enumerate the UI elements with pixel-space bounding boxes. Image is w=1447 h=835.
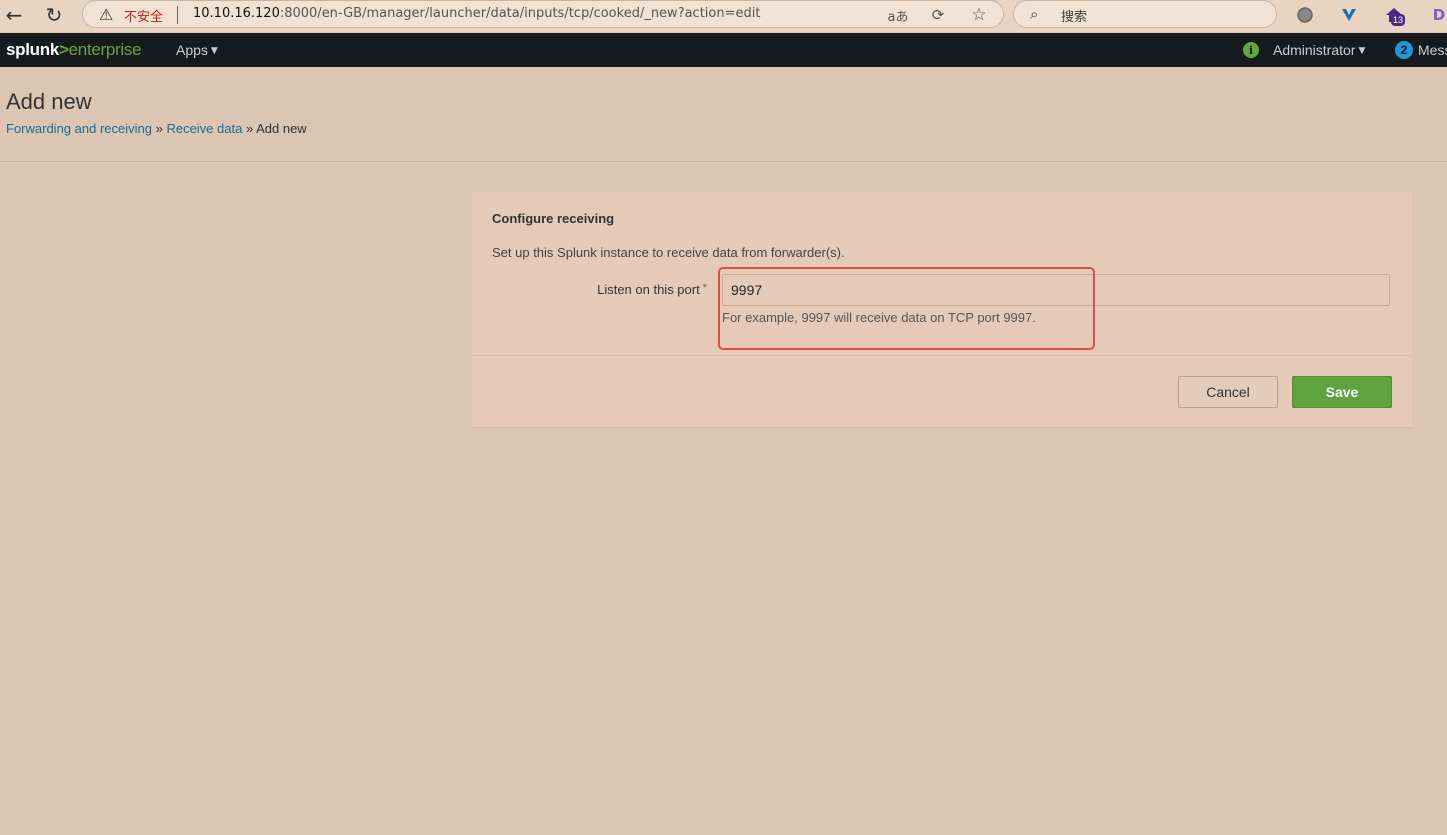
port-field-label: Listen on this port * xyxy=(492,282,707,297)
logo-enterprise: enterprise xyxy=(68,40,142,59)
messages-menu[interactable]: Mess xyxy=(1418,42,1447,58)
translate-icon[interactable]: aあ xyxy=(887,4,909,26)
info-icon[interactable]: i xyxy=(1243,42,1259,58)
reload-icon[interactable]: ↻ xyxy=(40,2,68,28)
user-menu[interactable]: Administrator ▼ xyxy=(1273,42,1365,58)
panel-title: Configure receiving xyxy=(492,211,615,226)
port-help-text: For example, 9997 will receive data on T… xyxy=(722,310,1036,325)
logo-splunk: splunk xyxy=(6,40,59,59)
url-host: 10.10.16.120 xyxy=(193,6,280,21)
search-placeholder: 搜索 xyxy=(1061,10,1088,25)
header-divider xyxy=(0,161,1447,162)
breadcrumb-separator: » xyxy=(155,121,163,136)
url-path: :8000/en-GB/manager/launcher/data/inputs… xyxy=(279,6,761,21)
star-icon[interactable]: ☆ xyxy=(968,4,990,26)
address-separator xyxy=(177,6,178,24)
extension-v-icon[interactable] xyxy=(1338,4,1360,26)
apps-label: Apps xyxy=(176,42,208,58)
refresh-ext-icon[interactable]: ⟳ xyxy=(927,4,949,26)
address-bar[interactable]: ⚠ 不安全 10.10.16.120:8000/en-GB/manager/la… xyxy=(82,0,1004,28)
breadcrumb-forwarding-receiving[interactable]: Forwarding and receiving xyxy=(6,121,152,136)
required-marker: * xyxy=(702,282,707,294)
search-icon: ⌕ xyxy=(1030,5,1039,23)
port-label-text: Listen on this port xyxy=(597,282,700,297)
splunk-logo[interactable]: splunk>enterprise xyxy=(6,40,142,60)
browser-toolbar: ← ↻ ⚠ 不安全 10.10.16.120:8000/en-GB/manage… xyxy=(0,0,1447,32)
browser-search-input[interactable]: ⌕ 搜索 xyxy=(1013,0,1277,28)
messages-badge[interactable]: 2 xyxy=(1395,41,1413,59)
breadcrumb-current: Add new xyxy=(256,121,307,136)
extension-circle-icon[interactable] xyxy=(1294,4,1316,26)
warning-icon[interactable]: ⚠ xyxy=(99,5,119,25)
splunk-top-nav: splunk>enterprise Apps ▼ i Administrator ▼… xyxy=(0,33,1447,67)
logo-gt: > xyxy=(59,40,69,59)
caret-down-icon: ▼ xyxy=(210,46,218,56)
cancel-button[interactable]: Cancel xyxy=(1178,376,1278,408)
security-warning[interactable]: 不安全 xyxy=(124,6,163,25)
port-input[interactable] xyxy=(722,274,1390,306)
user-label: Administrator xyxy=(1273,42,1356,58)
caret-down-icon: ▼ xyxy=(1358,46,1366,56)
extension-d-icon[interactable]: D xyxy=(1428,4,1447,26)
panel-description: Set up this Splunk instance to receive d… xyxy=(492,245,845,260)
breadcrumb-receive-data[interactable]: Receive data xyxy=(166,121,242,136)
panel-divider xyxy=(472,355,1412,356)
page-title: Add new xyxy=(6,89,92,114)
configure-receiving-panel: Configure receiving Set up this Splunk i… xyxy=(472,192,1412,428)
url-text[interactable]: 10.10.16.120:8000/en-GB/manager/launcher… xyxy=(193,6,760,21)
apps-menu[interactable]: Apps ▼ xyxy=(176,42,218,58)
save-button[interactable]: Save xyxy=(1292,376,1392,408)
breadcrumb: Forwarding and receiving » Receive data … xyxy=(6,121,307,136)
extension-badge: 13 xyxy=(1391,14,1406,26)
arrow-left-icon[interactable]: ← xyxy=(0,2,28,28)
breadcrumb-separator: » xyxy=(245,121,254,136)
